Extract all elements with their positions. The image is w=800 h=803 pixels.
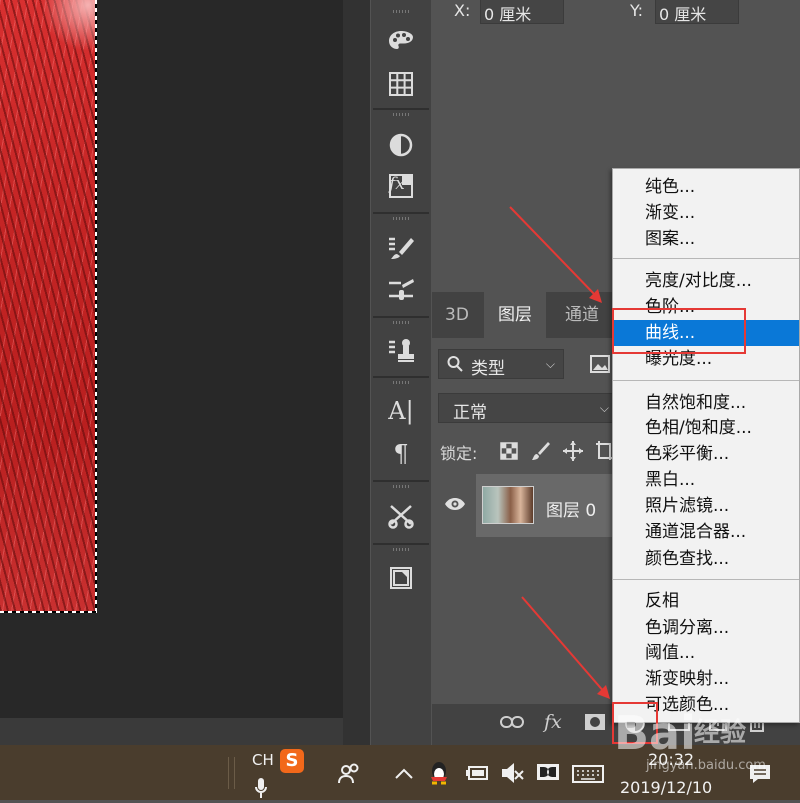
sogou-ime-icon[interactable]: S: [280, 749, 304, 773]
annotation-arrows: [509, 206, 610, 699]
baidu-jingyan-watermark: Bai 经验 jingyan.baidu.com: [612, 708, 800, 774]
arrow-to-curves: [509, 206, 598, 298]
taskbar-divider: [228, 757, 229, 789]
watermark-brand: 经验: [694, 718, 747, 748]
people-icon[interactable]: [338, 763, 362, 789]
qq-penguin-icon[interactable]: [428, 761, 450, 789]
microphone-icon[interactable]: [254, 777, 268, 803]
keyboard-icon[interactable]: [572, 765, 604, 787]
speaker-muted-icon[interactable]: [500, 761, 524, 789]
watermark-url: jingyan.baidu.com: [646, 758, 766, 773]
dolby-icon[interactable]: [536, 763, 560, 785]
chevron-up-icon[interactable]: [395, 765, 413, 784]
battery-icon[interactable]: [465, 765, 489, 785]
clock-date[interactable]: 2019/12/10: [620, 778, 712, 797]
baidu-logo: Bai: [614, 706, 696, 760]
ime-language[interactable]: CH: [252, 751, 274, 769]
arrow-to-adjustment: [521, 596, 606, 694]
taskbar-divider: [234, 757, 235, 789]
